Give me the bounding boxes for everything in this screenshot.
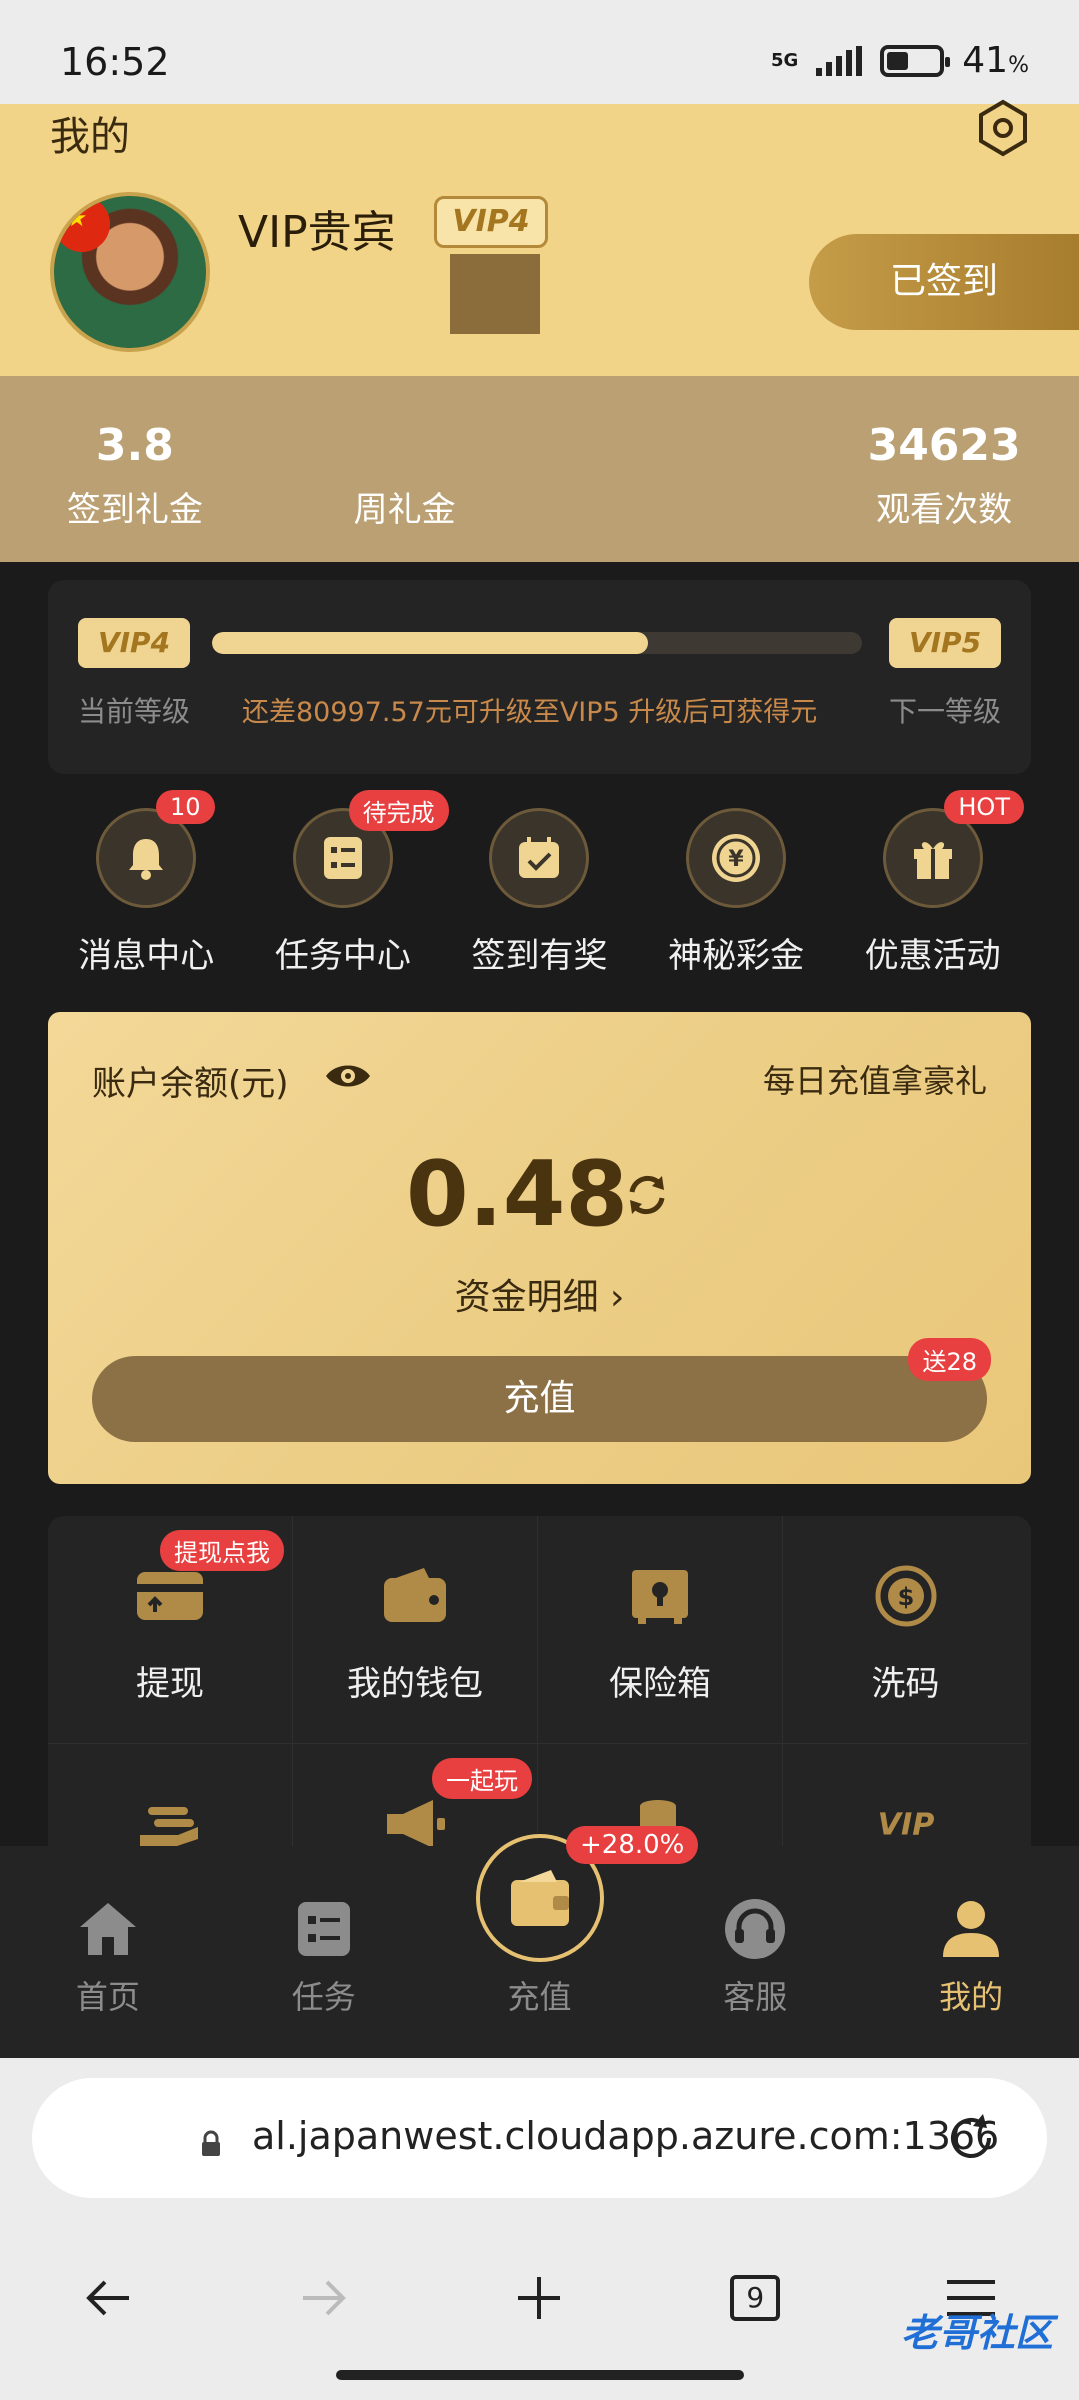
task-list-icon <box>323 837 362 879</box>
stat-weekly-bonus[interactable]: 周礼金 <box>270 376 540 562</box>
signin-reward[interactable]: 签到有奖 <box>441 790 638 980</box>
hand-coins-icon <box>140 1807 198 1846</box>
message-count-badge: 10 <box>156 790 215 824</box>
eye-icon[interactable] <box>324 1060 372 1096</box>
back-icon[interactable] <box>68 2258 148 2338</box>
daily-recharge-promo[interactable]: 每日充值拿豪礼 <box>763 1056 987 1102</box>
lock-icon <box>200 2130 222 2162</box>
withdraw-badge: 提现点我 <box>160 1530 284 1571</box>
home-indicator[interactable] <box>336 2370 744 2380</box>
current-level-label: 当前等级 <box>78 695 191 728</box>
nav-home[interactable]: 首页 <box>0 1846 216 2058</box>
megaphone-icon <box>387 1800 445 1846</box>
next-level-label: 下一等级 <box>888 695 1001 728</box>
status-time: 16:52 <box>60 40 170 84</box>
headset-icon <box>725 1899 786 1959</box>
stats-row: 3.8 签到礼金 周礼金 34623 观看次数 <box>0 376 1079 562</box>
task-center[interactable]: 任务中心 待完成 <box>245 790 449 980</box>
card-withdraw-icon <box>137 1572 203 1620</box>
url-bar[interactable]: al.japanwest.cloudapp.azure.com:1366 <box>32 2078 1047 2198</box>
nav-support[interactable]: 客服 <box>647 1846 863 2058</box>
fund-detail-link[interactable]: 资金明细 › <box>48 1268 1031 1320</box>
recharge-bonus-percent-badge: +28.0% <box>566 1826 699 1864</box>
recharge-bonus-badge: 送28 <box>908 1338 991 1381</box>
user-name: VIP贵宾 <box>238 207 396 258</box>
task-list-icon <box>297 1902 350 1956</box>
bell-icon <box>129 839 164 880</box>
calendar-check-icon <box>519 837 560 878</box>
balance-amount: 0.48 <box>406 1142 629 1247</box>
vip-level-badge: VIP4 <box>434 196 548 248</box>
nav-tasks[interactable]: 任务 <box>216 1846 432 2058</box>
user-icon <box>943 1901 1000 1957</box>
hot-badge: HOT <box>944 790 1024 824</box>
wallet-item[interactable]: 我的钱包 <box>293 1516 538 1744</box>
vip-text-icon: VIP <box>877 1808 934 1843</box>
stat-view-count[interactable]: 34623 观看次数 <box>809 376 1079 562</box>
watermark-logo: 老哥社区 <box>900 2311 1053 2355</box>
promotions[interactable]: 优惠活动 HOT <box>834 790 1031 980</box>
wallet-icon <box>511 1870 569 1926</box>
svg-text:¥: ¥ <box>728 847 744 872</box>
refresh-icon[interactable] <box>622 1170 672 1224</box>
yen-coin-icon: ¥ <box>712 834 761 882</box>
home-icon <box>79 1903 136 1955</box>
signin-button[interactable]: 已签到 <box>809 234 1079 330</box>
safe-icon <box>632 1570 688 1624</box>
dollar-cycle-icon: $ <box>875 1565 936 1627</box>
battery-percent: 41% <box>962 40 1029 81</box>
signal-icon <box>816 45 863 76</box>
play-together-badge: 一起玩 <box>432 1758 532 1799</box>
current-vip-chip: VIP4 <box>78 618 190 668</box>
status-bar: 16:52 5G 41% <box>0 0 1079 104</box>
task-pending-badge: 待完成 <box>348 790 449 831</box>
redacted-block <box>450 254 540 334</box>
next-vip-chip: VIP5 <box>889 618 1001 668</box>
new-tab-icon[interactable] <box>499 2258 579 2338</box>
network-label: 5G <box>770 49 799 71</box>
china-flag-icon <box>54 196 110 252</box>
settings-icon[interactable] <box>973 98 1033 158</box>
stat-signin-bonus[interactable]: 3.8 签到礼金 <box>0 376 270 562</box>
profile-header: 我的 VIP贵宾 VIP4 已签到 <box>0 99 1079 376</box>
recharge-button[interactable]: 充值 <box>92 1356 987 1442</box>
upgrade-hint: 还差80997.57元可升级至VIP5 升级后可获得元 <box>242 697 818 728</box>
vip-progress-bar <box>212 632 862 654</box>
tabs-icon[interactable]: 9 <box>715 2258 795 2338</box>
svg-text:$: $ <box>897 1583 914 1611</box>
service-grid: 提现 我的钱包 保险箱 $ 洗码 VIP 提现点我 一起玩 <box>48 1516 1031 1846</box>
vip-progress-card[interactable]: VIP4 VIP5 当前等级 还差80997.57元可升级至VIP5 升级后可获… <box>48 580 1031 774</box>
rebate-item[interactable]: $ 洗码 <box>783 1516 1028 1744</box>
vip-progress-fill <box>212 632 648 654</box>
battery-icon <box>880 44 951 77</box>
avatar[interactable] <box>50 192 210 352</box>
mystery-bonus[interactable]: ¥ 神秘彩金 <box>638 790 835 980</box>
message-center[interactable]: 消息中心 10 <box>48 790 245 980</box>
safe-item[interactable]: 保险箱 <box>538 1516 783 1744</box>
page-title: 我的 <box>50 114 130 160</box>
status-indicators: 5G 41% <box>771 40 1029 81</box>
balance-card: 账户余额(元) 每日充值拿豪礼 0.48 资金明细 › 充值 送28 <box>48 1012 1031 1484</box>
vip-item[interactable]: VIP <box>783 1744 1028 1846</box>
svg-text:VIP: VIP <box>877 1808 934 1843</box>
reload-icon[interactable] <box>945 2112 997 2168</box>
gift-icon <box>913 842 952 879</box>
stat-redacted[interactable] <box>540 376 810 562</box>
forward-icon[interactable] <box>284 2258 364 2338</box>
wallet-icon <box>384 1568 446 1622</box>
quick-actions: 消息中心 10 任务中心 待完成 签到有奖 ¥ 神秘彩金 优惠活动 HOT <box>48 790 1031 980</box>
balance-label: 账户余额(元) <box>92 1064 289 1104</box>
url-text: al.japanwest.cloudapp.azure.com:1366 <box>252 2114 1000 2158</box>
hand-coins-item[interactable] <box>48 1744 293 1846</box>
nav-profile[interactable]: 我的 <box>863 1846 1079 2058</box>
